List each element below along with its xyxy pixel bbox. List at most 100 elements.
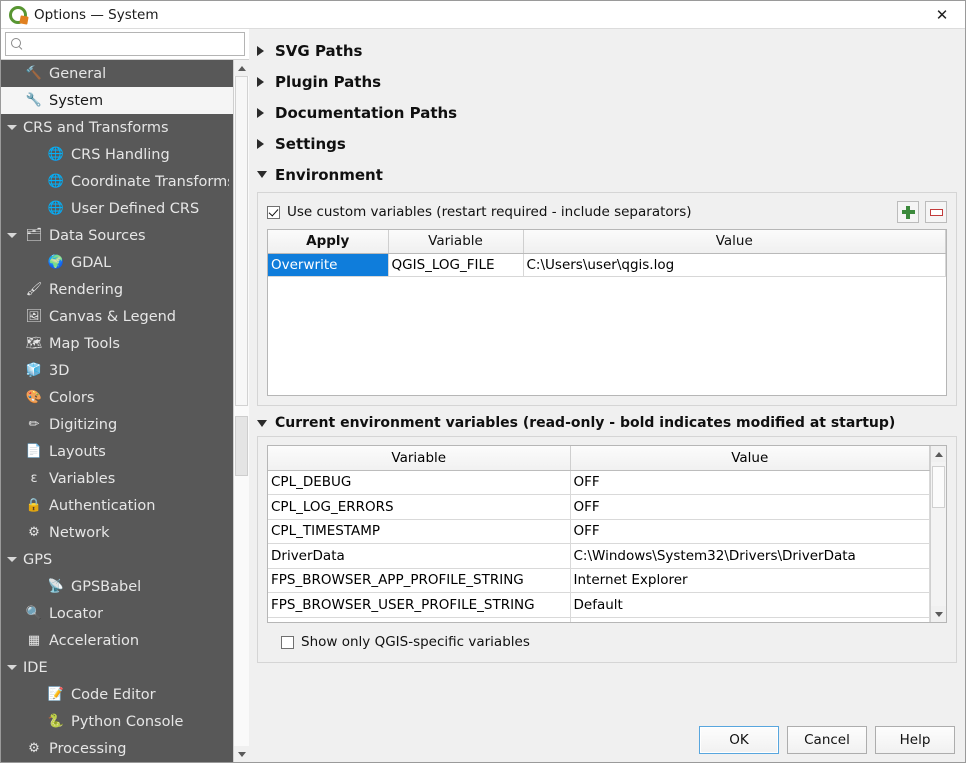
scroll-down-icon[interactable]	[931, 606, 946, 622]
sidebar-item-icon: ▦	[27, 633, 41, 648]
cell-variable[interactable]: QGIS_LOG_FILE	[388, 253, 524, 277]
sidebar-scrollbar[interactable]	[233, 60, 249, 762]
sidebar-item-gpsbabel[interactable]: 📡 GPSBabel	[1, 573, 233, 600]
sidebar-item-label: Variables	[49, 470, 116, 487]
sidebar-item-label: CRS Handling	[71, 146, 170, 163]
sidebar-scroll-thumb-lower[interactable]	[235, 416, 248, 476]
sidebar-item-data-sources[interactable]: 🗂 Data Sources	[1, 222, 233, 249]
table-row[interactable]: CPL_DEBUG OFF	[268, 470, 930, 495]
table-row[interactable]: FPS_BROWSER_APP_PROFILE_STRING Internet E…	[268, 568, 930, 593]
sidebar-item-user-defined-crs[interactable]: 🌐 User Defined CRS	[1, 195, 233, 222]
sidebar-item-general[interactable]: 🔨 General	[1, 60, 233, 87]
sidebar-item-system[interactable]: 🔧 System	[1, 87, 233, 114]
cancel-button[interactable]: Cancel	[787, 725, 867, 754]
sidebar-item-locator[interactable]: 🔍 Locator	[1, 600, 233, 627]
scroll-down-icon[interactable]	[234, 746, 249, 762]
section-header-settings[interactable]: Settings	[257, 128, 957, 159]
table-row[interactable]: DriverData C:\Windows\System32\Drivers\Dr…	[268, 543, 930, 569]
current-env-table: Variable Value CPL_DEBUG OFF CPL_LOG_ERROR…	[268, 446, 930, 622]
section-title: Settings	[275, 134, 346, 153]
cell-variable: FPS_BROWSER_APP_PROFILE_STRING	[268, 568, 571, 593]
sidebar-item-coordinate-transforms[interactable]: 🌐 Coordinate Transforms	[1, 168, 233, 195]
column-header-value[interactable]: Value	[523, 230, 946, 254]
search-input[interactable]	[28, 34, 244, 54]
help-button[interactable]: Help	[875, 725, 955, 754]
chevron-down-icon[interactable]	[1, 557, 23, 562]
section-header-documentation-paths[interactable]: Documentation Paths	[257, 97, 957, 128]
sidebar-scroll-track[interactable]	[234, 76, 249, 746]
sidebar-item-rendering[interactable]: 🖌 Rendering	[1, 276, 233, 303]
sidebar-item-icon: 🌍	[47, 255, 65, 270]
sidebar-item-crs-and-transforms[interactable]: CRS and Transforms	[1, 114, 233, 141]
sidebar-item-network[interactable]: ⚙ Network	[1, 519, 233, 546]
scroll-up-icon[interactable]	[931, 446, 946, 462]
table-row[interactable]: FPS_BROWSER_USER_PROFILE_STRING Default	[268, 592, 930, 618]
section-header-environment[interactable]: Environment	[257, 159, 957, 190]
sidebar-item-label: Map Tools	[49, 335, 120, 352]
sidebar-item-processing[interactable]: ⚙ Processing	[1, 735, 233, 762]
sidebar-item-label: GPS	[23, 551, 53, 568]
cell-value: Internet Explorer	[570, 568, 930, 593]
sidebar-item-canvas-legend[interactable]: 🖼 Canvas & Legend	[1, 303, 233, 330]
sidebar-item-label: GDAL	[71, 254, 112, 271]
column-header-variable[interactable]: Variable	[388, 230, 524, 254]
ok-button[interactable]: OK	[699, 725, 779, 754]
remove-variable-button[interactable]	[925, 201, 947, 223]
chevron-down-icon[interactable]	[1, 233, 23, 238]
section-header-current-env[interactable]: Current environment variables (read-only…	[257, 410, 957, 436]
table-row[interactable]: HOMEDRIVEC:	[268, 617, 930, 622]
sidebar-item-gdal[interactable]: 🌍 GDAL	[1, 249, 233, 276]
sidebar-item-acceleration[interactable]: ▦ Acceleration	[1, 627, 233, 654]
scroll-up-icon[interactable]	[234, 60, 249, 76]
sidebar-item-label: Canvas & Legend	[49, 308, 177, 325]
search-box[interactable]	[5, 32, 245, 56]
sidebar-item-label: CRS and Transforms	[23, 119, 169, 136]
show-only-qgis-checkbox[interactable]	[281, 635, 294, 649]
sidebar-item-label: Network	[49, 524, 110, 541]
table-row[interactable]: CPL_LOG_ERRORS OFF	[268, 494, 930, 520]
sidebar-item-label: IDE	[23, 659, 48, 676]
chevron-right-icon	[257, 138, 275, 149]
sidebar-item-label: Rendering	[49, 281, 124, 298]
sidebar-item-crs-handling[interactable]: 🌐 CRS Handling	[1, 141, 233, 168]
column-header-apply[interactable]: Apply	[268, 230, 389, 254]
sidebar-item-authentication[interactable]: 🔒 Authentication	[1, 492, 233, 519]
sidebar-item-3d[interactable]: 🧊 3D	[1, 357, 233, 384]
sidebar-item-label: User Defined CRS	[71, 200, 200, 217]
column-header-value[interactable]: Value	[570, 446, 930, 471]
sidebar-item-icon: ε	[30, 471, 38, 486]
chevron-down-icon[interactable]	[1, 125, 23, 130]
cell-value[interactable]: C:\Users\user\qgis.log	[523, 253, 946, 277]
sidebar-item-colors[interactable]: 🎨 Colors	[1, 384, 233, 411]
table-row[interactable]: Overwrite QGIS_LOG_FILE C:\Users\user\qgis…	[268, 253, 946, 277]
section-header-plugin-paths[interactable]: Plugin Paths	[257, 66, 957, 97]
sidebar-item-map-tools[interactable]: 🗺 Map Tools	[1, 330, 233, 357]
column-header-variable[interactable]: Variable	[268, 446, 571, 471]
sidebar-item-python-console[interactable]: 🐍 Python Console	[1, 708, 233, 735]
custom-variables-table: Apply Variable Value Overwrite QGIS_LOG_F…	[268, 230, 946, 277]
sidebar-item-digitizing[interactable]: ✏ Digitizing	[1, 411, 233, 438]
sidebar-item-layouts[interactable]: 📄 Layouts	[1, 438, 233, 465]
current-env-scroll-track[interactable]	[931, 462, 946, 606]
table-row[interactable]: CPL_TIMESTAMP OFF	[268, 519, 930, 544]
sidebar-item-code-editor[interactable]: 📝 Code Editor	[1, 681, 233, 708]
sidebar-item-ide[interactable]: IDE	[1, 654, 233, 681]
current-env-scrollbar[interactable]	[930, 446, 946, 622]
close-icon[interactable]: ✕	[919, 1, 965, 29]
cell-value: Default	[570, 592, 930, 618]
sidebar-item-gps[interactable]: GPS	[1, 546, 233, 573]
sidebar-tree-outer: 🔨 General 🔧 System CRS and Transforms 🌐 CRS Ha…	[1, 59, 249, 762]
cell-apply[interactable]: Overwrite	[268, 253, 389, 277]
sidebar-scroll-thumb[interactable]	[235, 76, 248, 406]
sidebar-item-variables[interactable]: ε Variables	[1, 465, 233, 492]
use-custom-variables-checkbox[interactable]	[267, 205, 280, 219]
current-env-scroll-thumb[interactable]	[932, 466, 945, 508]
section-title: SVG Paths	[275, 41, 363, 60]
search-icon	[10, 37, 24, 51]
section-header-svg-paths[interactable]: SVG Paths	[257, 35, 957, 66]
current-env-group: Variable Value CPL_DEBUG OFF CPL_LOG_ERROR…	[257, 436, 957, 663]
cell-variable: FPS_BROWSER_USER_PROFILE_STRING	[268, 592, 571, 618]
chevron-down-icon[interactable]	[1, 665, 23, 670]
chevron-right-icon	[257, 107, 275, 118]
add-variable-button[interactable]	[897, 201, 919, 223]
